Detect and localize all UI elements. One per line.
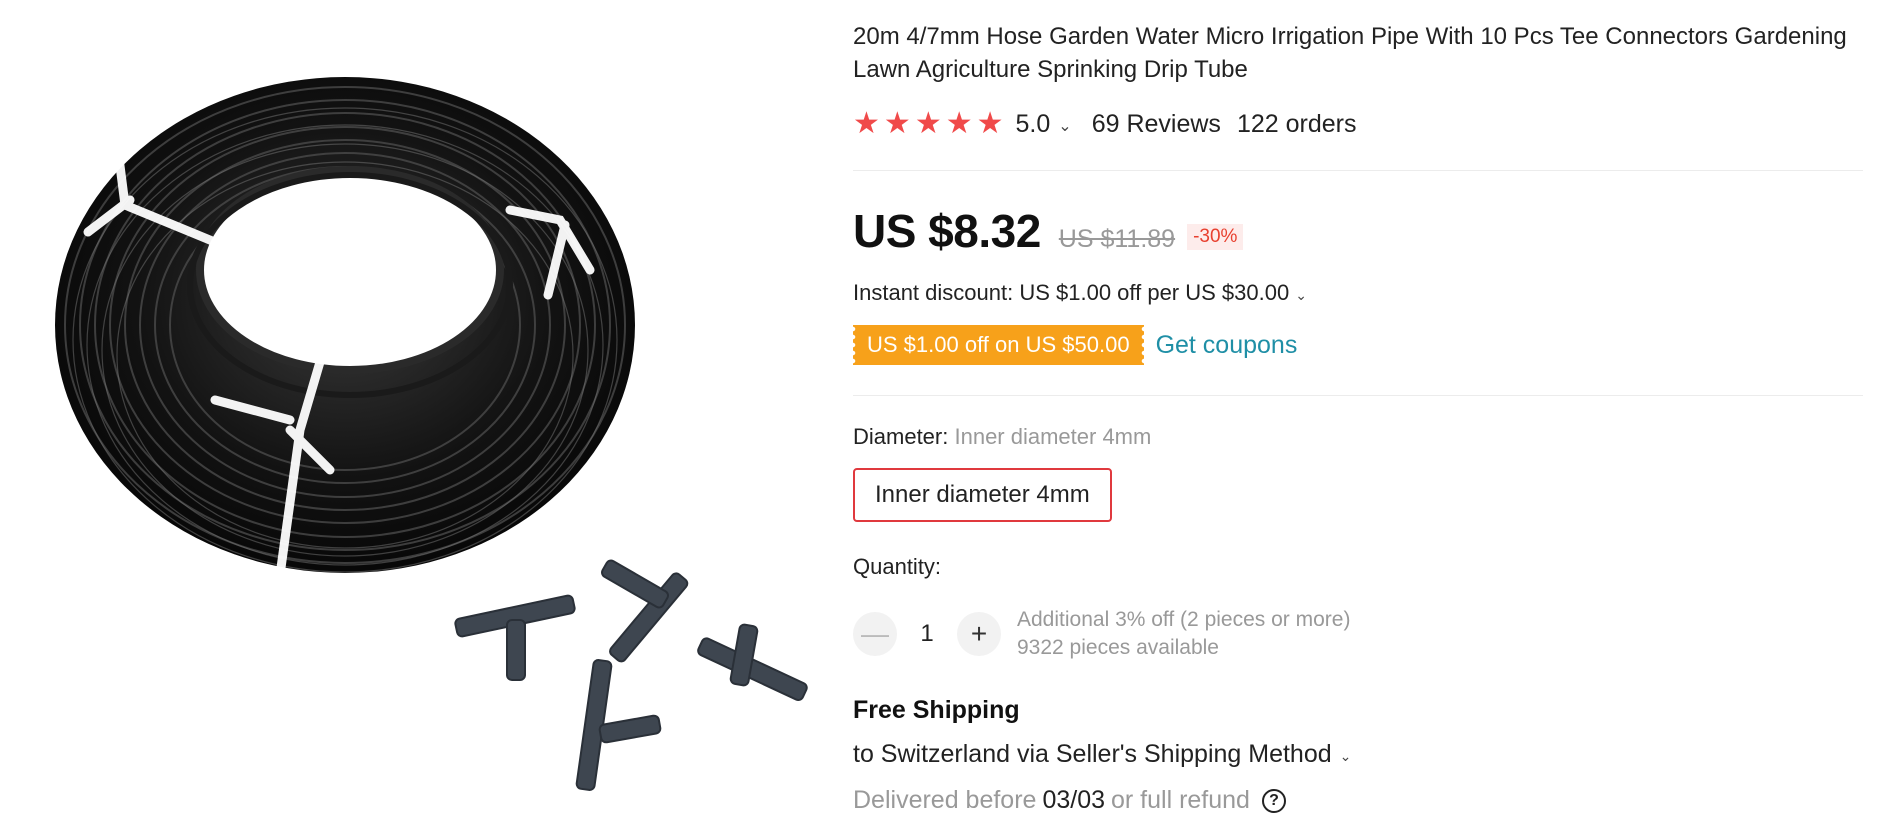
star-icon: ★ — [976, 107, 1004, 140]
quantity-value[interactable]: 1 — [897, 620, 957, 648]
plus-icon: + — [970, 618, 988, 649]
variant-option-inner-diameter-4mm[interactable]: Inner diameter 4mm — [853, 468, 1112, 522]
minus-icon: — — [861, 618, 889, 649]
bulk-discount-note: Additional 3% off (2 pieces or more) — [1017, 608, 1351, 631]
coupon-row: US $1.00 off on US $50.00 Get coupons — [853, 325, 1297, 365]
rating-row: ★ ★ ★ ★ ★ 5.0 ⌄ 69 Reviews 122 orders — [853, 106, 1356, 142]
divider — [853, 170, 1863, 171]
diameter-label: Diameter: Inner diameter 4mm — [853, 424, 1151, 450]
shipping-method-text: to Switzerland via Seller's Shipping Met… — [853, 740, 1332, 768]
shipping-method[interactable]: to Switzerland via Seller's Shipping Met… — [853, 740, 1351, 769]
orders-count: 122 orders — [1236, 109, 1357, 138]
product-title: 20m 4/7mm Hose Garden Water Micro Irriga… — [853, 23, 1847, 83]
stock-available: 9322 pieces available — [1017, 636, 1219, 659]
original-price: US $11.89 — [1058, 225, 1176, 253]
quantity-increase-button[interactable]: + — [957, 612, 1001, 656]
product-image[interactable] — [0, 0, 850, 835]
chevron-down-icon[interactable]: ⌄ — [1340, 748, 1352, 765]
diameter-label-text: Diameter: — [853, 424, 949, 449]
delivery-info: Delivered before 03/03 or full refund ? — [853, 786, 1286, 815]
chevron-down-icon[interactable]: ⌄ — [1295, 287, 1307, 304]
instant-discount[interactable]: Instant discount: US $1.00 off per US $3… — [853, 280, 1307, 306]
reviews-link[interactable]: 69 Reviews — [1092, 110, 1221, 139]
rating-value[interactable]: 5.0 — [1016, 110, 1051, 139]
current-price: US $8.32 — [853, 205, 1041, 257]
get-coupons-link[interactable]: Get coupons — [1156, 331, 1298, 360]
divider — [853, 395, 1863, 396]
delivery-date: 03/03 — [1042, 786, 1105, 814]
instant-discount-text: Instant discount: US $1.00 off per US $3… — [853, 280, 1290, 305]
help-icon[interactable]: ? — [1261, 788, 1286, 813]
delivery-suffix: or full refund — [1111, 786, 1250, 814]
free-shipping-title: Free Shipping — [853, 696, 1020, 724]
discount-badge: -30% — [1187, 224, 1244, 250]
coupon-tag[interactable]: US $1.00 off on US $50.00 — [853, 325, 1144, 365]
star-icon: ★ — [914, 107, 942, 140]
star-icon: ★ — [883, 107, 911, 140]
diameter-selected-value: Inner diameter 4mm — [954, 424, 1152, 449]
delivery-prefix: Delivered before — [853, 786, 1037, 814]
hose-coil-image — [55, 77, 808, 791]
price-row: US $8.32 US $11.89 -30% — [853, 204, 1244, 258]
quantity-stepper: — 1 + Additional 3% off (2 pieces or mor… — [853, 606, 1350, 662]
star-icon: ★ — [945, 107, 973, 140]
chevron-down-icon[interactable]: ⌄ — [1058, 116, 1071, 136]
rating-stars: ★ ★ ★ ★ ★ — [853, 109, 1004, 139]
quantity-decrease-button[interactable]: — — [853, 612, 897, 656]
star-icon: ★ — [853, 107, 880, 140]
quantity-label: Quantity: — [853, 554, 942, 579]
quantity-notes: Additional 3% off (2 pieces or more) 932… — [1017, 606, 1350, 662]
